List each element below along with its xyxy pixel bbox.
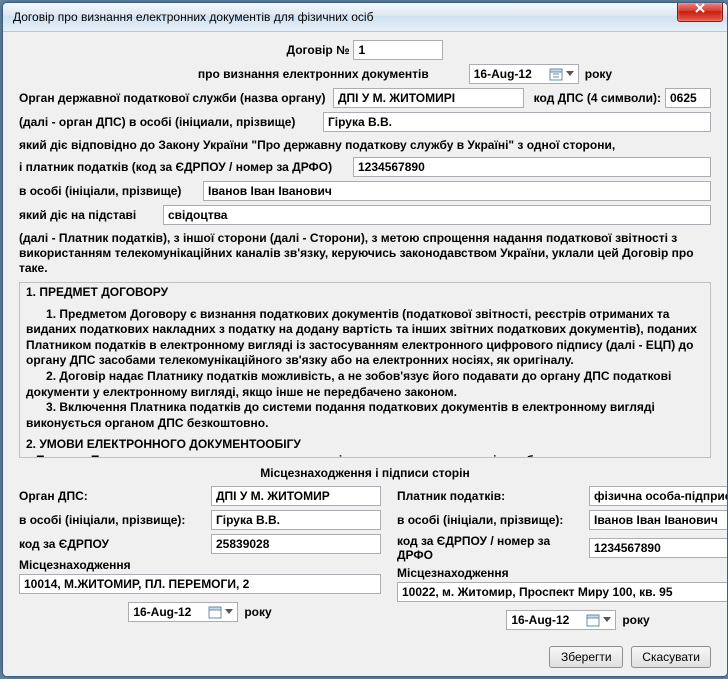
sig-right-payer-label: Платник податків:	[397, 489, 585, 503]
section-1-heading: 1. ПРЕДМЕТ ДОГОВОРУ	[26, 285, 704, 301]
payer-code-row: і платник податків (код за ЄДРПОУ / номе…	[19, 157, 711, 177]
dps-code-label: код ДПС (4 символи):	[534, 91, 661, 105]
sig-right-loc-input[interactable]	[397, 582, 727, 602]
section-2-p1: Подання Платником податку податкових док…	[26, 453, 704, 458]
signatures-title: Місцезнаходження і підписи сторін	[19, 466, 711, 480]
sig-right-code-input[interactable]	[589, 538, 727, 558]
agreement-text-scroll[interactable]: 1. ПРЕДМЕТ ДОГОВОРУ 1. Предметом Договор…	[19, 282, 711, 458]
sig-left-date-value: 16-Aug-12	[133, 605, 203, 619]
sig-right-year-word: року	[622, 613, 649, 627]
organ-person-label: (далі - орган ДПС) в особі (ініциали, пр…	[19, 115, 319, 129]
payer-person-label: в особі (ініціали, прізвище)	[19, 184, 199, 198]
sig-left-code-input[interactable]	[211, 534, 381, 554]
law-line: який діє відповідно до Закону України "П…	[19, 138, 711, 153]
signatures-columns: Орган ДПС: в особі (ініціали, прізвище):…	[19, 486, 711, 630]
organ-row: Орган державної податкової служби (назва…	[19, 88, 711, 108]
signature-right: Платник податків: в особі (ініціали, прі…	[397, 486, 727, 630]
sig-left-organ-label: Орган ДПС:	[19, 489, 207, 503]
chevron-down-icon	[223, 604, 235, 620]
section-1-p2: 2. Договір надає Платнику податків можли…	[26, 369, 704, 400]
sig-left-year-word: року	[244, 605, 271, 619]
organ-label: Орган державної податкової служби (назва…	[19, 91, 329, 105]
dps-code-input[interactable]	[665, 88, 711, 108]
sig-right-loc-label: Місцезнаходження	[397, 566, 727, 580]
sig-right-date-value: 16-Aug-12	[511, 613, 581, 627]
chevron-down-icon	[601, 612, 613, 628]
sig-left-date-picker[interactable]: 16-Aug-12	[128, 602, 238, 622]
subtitle-row: про визнання електронних документів 16-A…	[19, 64, 711, 84]
basis-row: який діє на підставі	[19, 205, 711, 225]
sig-right-date-picker[interactable]: 16-Aug-12	[506, 610, 616, 630]
sig-left-organ-input[interactable]	[211, 486, 381, 506]
window-title: Договір про визнання електронних докумен…	[13, 10, 373, 24]
payer-code-label: і платник податків (код за ЄДРПОУ / номе…	[19, 160, 349, 174]
sig-left-loc-input[interactable]	[19, 574, 381, 594]
close-button[interactable]	[677, 2, 723, 22]
sig-left-code-label: код за ЄДРПОУ	[19, 537, 207, 551]
contract-date-value: 16-Aug-12	[474, 67, 544, 81]
footer-buttons: Зберегти Скасувати	[19, 634, 711, 668]
section-1-p3: 3. Включення Платника податків до систем…	[26, 400, 704, 431]
organ-name-input[interactable]	[333, 88, 524, 108]
sig-left-loc-label: Місцезнаходження	[19, 558, 381, 572]
payer-code-input[interactable]	[353, 157, 711, 177]
dialog-window: Договір про визнання електронних докумен…	[2, 2, 728, 677]
organ-person-row: (далі - орган ДПС) в особі (ініциали, пр…	[19, 112, 711, 132]
basis-label: який діє на підставі	[19, 208, 159, 222]
calendar-icon	[548, 66, 564, 82]
calendar-icon	[585, 612, 601, 628]
signature-left: Орган ДПС: в особі (ініціали, прізвище):…	[19, 486, 381, 630]
contract-number-row: Договір №	[19, 40, 711, 60]
sig-left-person-label: в особі (ініціали, прізвище):	[19, 513, 207, 527]
sig-right-person-label: в особі (ініціали, прізвище):	[397, 513, 585, 527]
calendar-icon	[207, 604, 223, 620]
sig-right-code-label: код за ЄДРПОУ / номер за ДРФО	[397, 534, 585, 562]
chevron-down-icon	[564, 66, 576, 82]
contract-no-input[interactable]	[353, 40, 443, 60]
organ-person-input[interactable]	[323, 112, 711, 132]
preamble-text: (далі - Платник податків), з іншої сторо…	[19, 231, 711, 276]
save-button[interactable]: Зберегти	[549, 646, 623, 668]
section-1-p1: 1. Предметом Договору є визнання податко…	[26, 307, 704, 369]
sig-right-person-input[interactable]	[589, 510, 727, 530]
titlebar: Договір про визнання електронних докумен…	[3, 3, 727, 32]
close-icon	[694, 3, 706, 13]
contract-no-label: Договір №	[287, 43, 350, 57]
payer-person-input[interactable]	[203, 181, 711, 201]
basis-input[interactable]	[163, 205, 711, 225]
cancel-button[interactable]: Скасувати	[631, 646, 711, 668]
payer-person-row: в особі (ініціали, прізвище)	[19, 181, 711, 201]
content-area: Договір № про визнання електронних докум…	[3, 32, 727, 676]
sig-left-person-input[interactable]	[211, 510, 381, 530]
subtitle-label: про визнання електронних документів	[198, 67, 429, 81]
year-word: року	[585, 67, 612, 81]
contract-date-picker[interactable]: 16-Aug-12	[469, 64, 579, 84]
sig-right-payer-input[interactable]	[589, 486, 727, 506]
section-2-heading: 2. УМОВИ ЕЛЕКТРОННОГО ДОКУМЕНТООБІГУ	[26, 437, 704, 453]
